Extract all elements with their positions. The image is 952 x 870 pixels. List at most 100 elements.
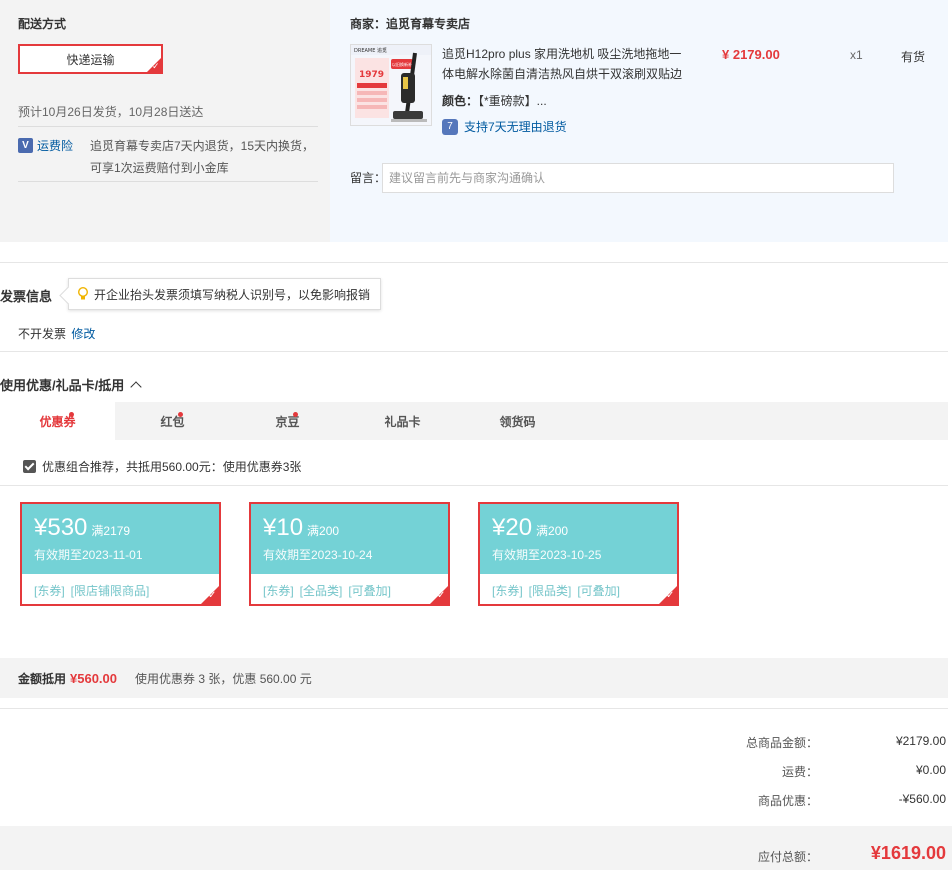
section-divider [0,262,948,263]
section-divider [0,351,948,352]
coupon-tag: [可叠加] [577,584,621,598]
payable-bar: 应付总额： ¥1619.00 [0,826,952,870]
product-color: 颜色：【*重磅款】... [442,92,547,109]
summary-description: 使用优惠券 3 张，优惠 560.00 元 [135,671,312,686]
freight-insurance-link[interactable]: V 运费险 [18,137,73,154]
coupon-tags: [东券] [限品类] [可叠加] [492,582,626,599]
coupon-value: ¥20 [492,514,533,541]
product-thumbnail-graphic: DREAME 追觅 1979 以旧换新补贴 [351,45,431,125]
coupon-tabs: 优惠券 红包 京豆 礼品卡 领货码 [0,402,948,440]
product-name-link[interactable]: 追觅H12pro plus 家用洗地机 吸尘洗地拖地一体电解水除菌自清洁热风自烘… [442,44,692,84]
coupon-summary-bar: 金额抵用 ¥560.00 使用优惠券 3 张，优惠 560.00 元 [0,658,948,698]
shipping-title: 配送方式 [18,17,67,31]
coupon-tag: [全品类] [299,584,343,598]
total-goods-value: ¥2179.00 [895,734,946,748]
coupon-card[interactable]: ¥530 满2179 有效期至2023-11-01 [东券] [限店铺限商品] [20,502,221,606]
coupon-amount: ¥20 满200 [492,514,568,542]
notification-dot [293,412,298,417]
discount-label: 商品优惠： [757,794,818,808]
summary-value: ¥560.00 [70,670,118,686]
coupon-header: ¥530 满2179 有效期至2023-11-01 [22,504,219,574]
coupon-section-title: 使用优惠/礼品卡/抵用 [0,378,125,393]
combo-checkbox[interactable] [23,460,36,473]
combo-text: 优惠组合推荐，共抵用560.00元：使用优惠券3张 [42,460,302,474]
selected-check-icon [147,58,161,72]
product-image[interactable]: DREAME 追觅 1979 以旧换新补贴 [350,44,432,126]
coupon-tags: [东券] [限店铺限商品] [34,582,155,599]
coupon-value: ¥10 [263,514,304,541]
coupon-tag: [东券] [34,584,65,598]
coupon-header: ¥20 满200 有效期至2023-10-25 [480,504,677,574]
tab-redeem-code[interactable]: 领货码 [460,402,575,440]
insurance-description: 追觅育幕专卖店7天内退货，15天内换货，可享1次运费赔付到小金库 [90,139,315,175]
tab-coupons[interactable]: 优惠券 [0,402,115,440]
return-policy-badge: 7 支持7天无理由退货 [442,118,567,135]
coupon-expiry: 有效期至2023-10-25 [492,548,602,562]
coupon-amount: ¥10 满200 [263,514,339,542]
freight-label: 运费： [781,765,818,779]
coupon-tag: [东券] [263,584,294,598]
selected-check-icon [201,586,219,604]
remark-label: 留言： [350,171,387,185]
insurance-label: 运费险 [37,139,74,153]
invoice-status: 不开发票 修改 [18,325,95,342]
invoice-tip-text: 开企业抬头发票须填写纳税人识别号，以免影响报销 [94,287,371,302]
discount-value: -¥560.00 [898,792,946,806]
coupon-threshold: 满200 [536,524,569,538]
product-image-price: 1979 [359,70,384,80]
payable-label: 应付总额： [757,850,818,864]
divider [18,126,318,127]
return-policy-text: 支持7天无理由退货 [464,120,567,134]
seven-day-return-icon: 7 [442,118,458,135]
delivery-estimate: 预计10月26日发货，10月28日送达 [18,105,204,119]
coupon-tag: [可叠加] [348,584,392,598]
insurance-shield-icon: V [18,138,33,153]
shipping-method-option[interactable]: 快递运输 [18,44,163,74]
shipping-method-label: 快递运输 [66,52,115,67]
chevron-up-icon [130,380,142,393]
coupon-expiry: 有效期至2023-11-01 [34,548,143,562]
coupon-tag: [限店铺限商品] [70,584,150,598]
selected-check-icon [430,586,448,604]
coupon-tag: [限品类] [528,584,572,598]
invoice-tooltip: 开企业抬头发票须填写纳税人识别号，以免影响报销 [68,278,382,310]
invoice-title: 发票信息 [0,289,53,304]
notification-dot [178,412,183,417]
shipping-panel: 配送方式 快递运输 预计10月26日发货，10月28日送达 V 运费险 追觅育幕… [0,0,330,242]
tab-label: 领货码 [499,414,536,429]
tab-red-packet[interactable]: 红包 [115,402,230,440]
freight-value: ¥0.00 [915,763,946,777]
remark-input[interactable] [382,163,894,193]
selected-check-icon [659,586,677,604]
invoice-edit-link[interactable]: 修改 [71,327,95,341]
total-goods-label: 总商品金额： [745,736,818,750]
coupon-tags: [东券] [全品类] [可叠加] [263,582,397,599]
product-price: ¥ 2179.00 [722,47,780,62]
divider [0,485,948,486]
invoice-status-text: 不开发票 [18,327,67,341]
coupon-amount: ¥530 满2179 [34,514,130,542]
stock-status: 有货 [901,50,926,64]
divider [18,181,318,182]
tab-gift-card[interactable]: 礼品卡 [345,402,460,440]
section-divider [0,708,948,709]
combo-recommendation: 优惠组合推荐，共抵用560.00元：使用优惠券3张 [23,458,301,475]
coupon-card[interactable]: ¥20 满200 有效期至2023-10-25 [东券] [限品类] [可叠加] [478,502,679,606]
tab-jd-beans[interactable]: 京豆 [230,402,345,440]
lightbulb-icon [78,287,88,300]
product-quantity: x1 [850,48,863,62]
merchant-name: 商家：追觅育幕专卖店 [350,17,471,31]
coupon-value: ¥530 [34,514,88,541]
tab-label: 礼品卡 [384,414,421,429]
coupon-expiry: 有效期至2023-10-24 [263,548,373,562]
payable-amount: ¥1619.00 [870,843,946,863]
summary-label: 金额抵用 [18,671,67,686]
coupon-section-toggle[interactable]: 使用优惠/礼品卡/抵用 [0,375,142,394]
coupon-header: ¥10 满200 有效期至2023-10-24 [251,504,448,574]
coupon-card[interactable]: ¥10 满200 有效期至2023-10-24 [东券] [全品类] [可叠加] [249,502,450,606]
color-label: 颜色： [442,94,479,108]
color-value: 【*重磅款】... [478,94,547,108]
order-panel: 商家：追觅育幕专卖店 DREAME 追觅 1979 以旧换新补贴 追觅H12pr… [330,0,948,242]
top-section: 配送方式 快递运输 预计10月26日发货，10月28日送达 V 运费险 追觅育幕… [0,0,952,242]
notification-dot [69,412,74,417]
